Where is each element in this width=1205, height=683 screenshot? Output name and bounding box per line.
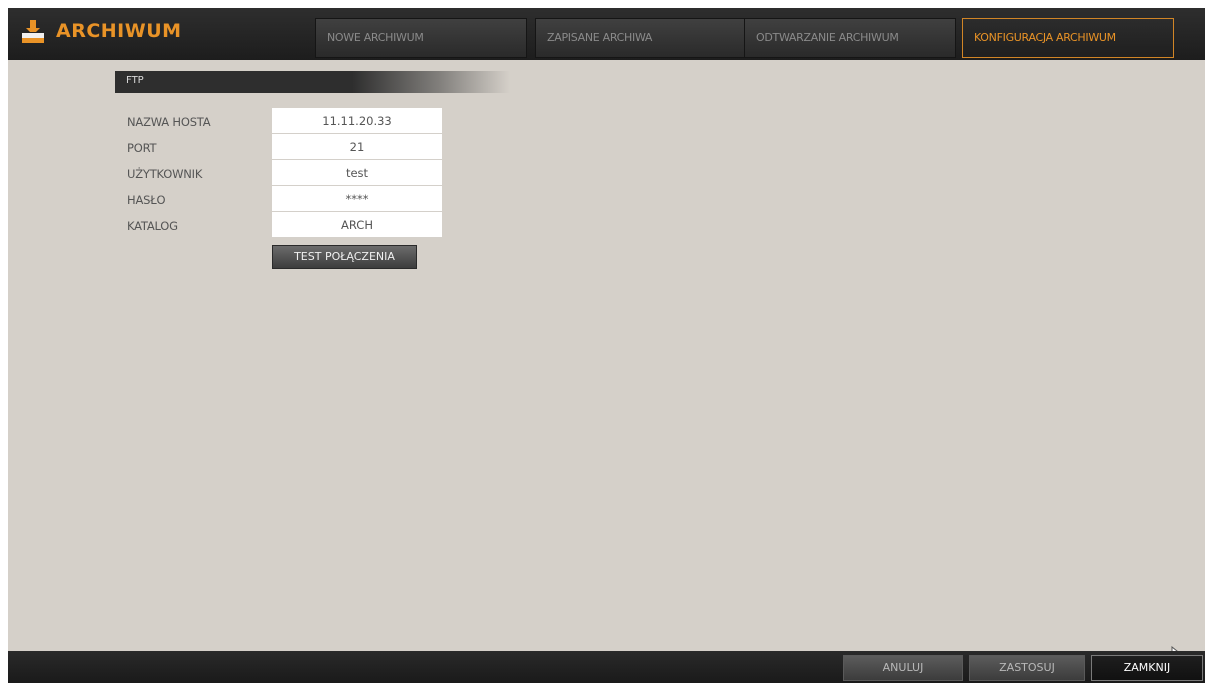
title-bar: ARCHIWUM NOWE ARCHIWUM ZAPISANE ARCHIWA … [8,8,1205,60]
user-label: UŻYTKOWNIK [127,167,203,181]
directory-label: KATALOG [127,219,178,233]
user-field[interactable]: test [272,160,442,186]
tab-saved-archives[interactable]: ZAPISANE ARCHIWA [535,18,747,58]
bottom-bar: ANULUJ ZASTOSUJ ZAMKNIJ [8,651,1205,683]
port-label: PORT [127,141,157,155]
hostname-label: NAZWA HOSTA [127,115,211,129]
tab-archive-playback[interactable]: ODTWARZANIE ARCHIWUM [744,18,956,58]
ftp-section-header: FTP [115,71,510,93]
directory-field[interactable]: ARCH [272,212,442,238]
close-button[interactable]: ZAMKNIJ [1091,655,1203,681]
cancel-button[interactable]: ANULUJ [843,655,963,681]
hostname-field[interactable]: 11.11.20.33 [272,108,442,134]
archive-window: ARCHIWUM NOWE ARCHIWUM ZAPISANE ARCHIWA … [8,8,1205,683]
app-title: ARCHIWUM [56,20,182,42]
tab-new-archive[interactable]: NOWE ARCHIWUM [315,18,527,58]
test-connection-button[interactable]: TEST POŁĄCZENIA [272,245,417,269]
archive-stamp-icon [22,20,44,43]
tab-archive-configuration[interactable]: KONFIGURACJA ARCHIWUM [962,18,1174,58]
port-field[interactable]: 21 [272,134,442,160]
section-title: FTP [126,75,144,86]
password-field[interactable]: **** [272,186,442,212]
password-label: HASŁO [127,193,166,207]
apply-button[interactable]: ZASTOSUJ [969,655,1085,681]
